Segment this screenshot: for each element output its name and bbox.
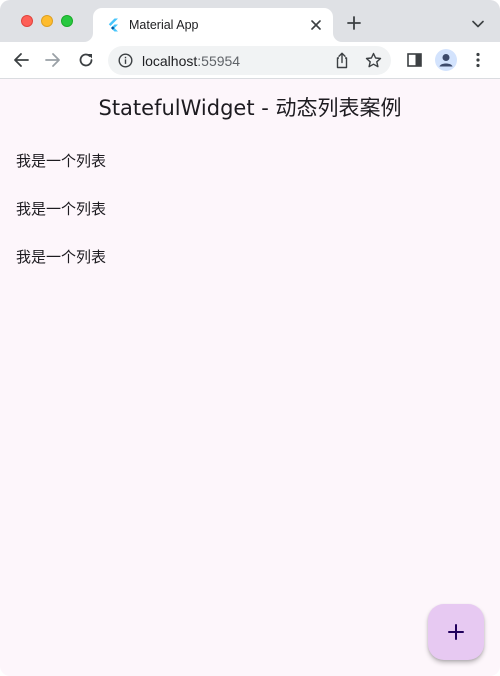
address-bar[interactable]: localhost:55954 [108,46,391,75]
close-icon[interactable] [307,16,325,34]
browser-menu-button[interactable] [468,50,488,70]
tab-title: Material App [129,18,199,32]
profile-button[interactable] [435,49,457,71]
url-port: :55954 [197,53,241,69]
dynamic-list: 我是一个列表 我是一个列表 我是一个列表 [0,136,500,280]
browser-toolbar: localhost:55954 [0,42,500,79]
window-maximize-button[interactable] [61,15,73,27]
star-icon[interactable] [365,52,382,69]
back-button[interactable] [11,50,31,70]
share-icon[interactable] [334,52,350,69]
tab-search-button[interactable] [468,14,488,34]
new-tab-button[interactable] [344,13,364,33]
profile-avatar-icon [435,49,457,71]
plus-icon [448,624,464,640]
url-text[interactable]: localhost:55954 [142,53,240,69]
list-item: 我是一个列表 [16,199,107,218]
add-item-button[interactable] [428,604,484,660]
tab-material-app[interactable]: Material App [93,8,333,42]
window-minimize-button[interactable] [41,15,53,27]
chevron-down-icon [472,20,484,28]
list-item: 我是一个列表 [16,151,107,170]
reload-button[interactable] [76,50,96,70]
tab-strip: Material App [0,0,500,42]
plus-icon [347,16,361,30]
flutter-logo-icon [106,18,120,32]
arrow-left-icon [14,53,29,67]
page-title: StatefulWidget - 动态列表案例 [98,96,402,120]
browser-window: Material App localhost:55954 StatefulWid… [0,0,500,676]
list-item: 我是一个列表 [16,247,107,266]
kebab-menu-icon [476,52,480,68]
url-host: localhost [142,53,198,69]
info-icon[interactable] [118,53,133,68]
arrow-right-icon [45,53,60,67]
forward-button[interactable] [43,50,63,70]
reload-icon [79,53,93,67]
side-panel-icon [406,53,422,67]
side-panel-button[interactable] [404,50,424,70]
window-close-button[interactable] [21,15,33,27]
